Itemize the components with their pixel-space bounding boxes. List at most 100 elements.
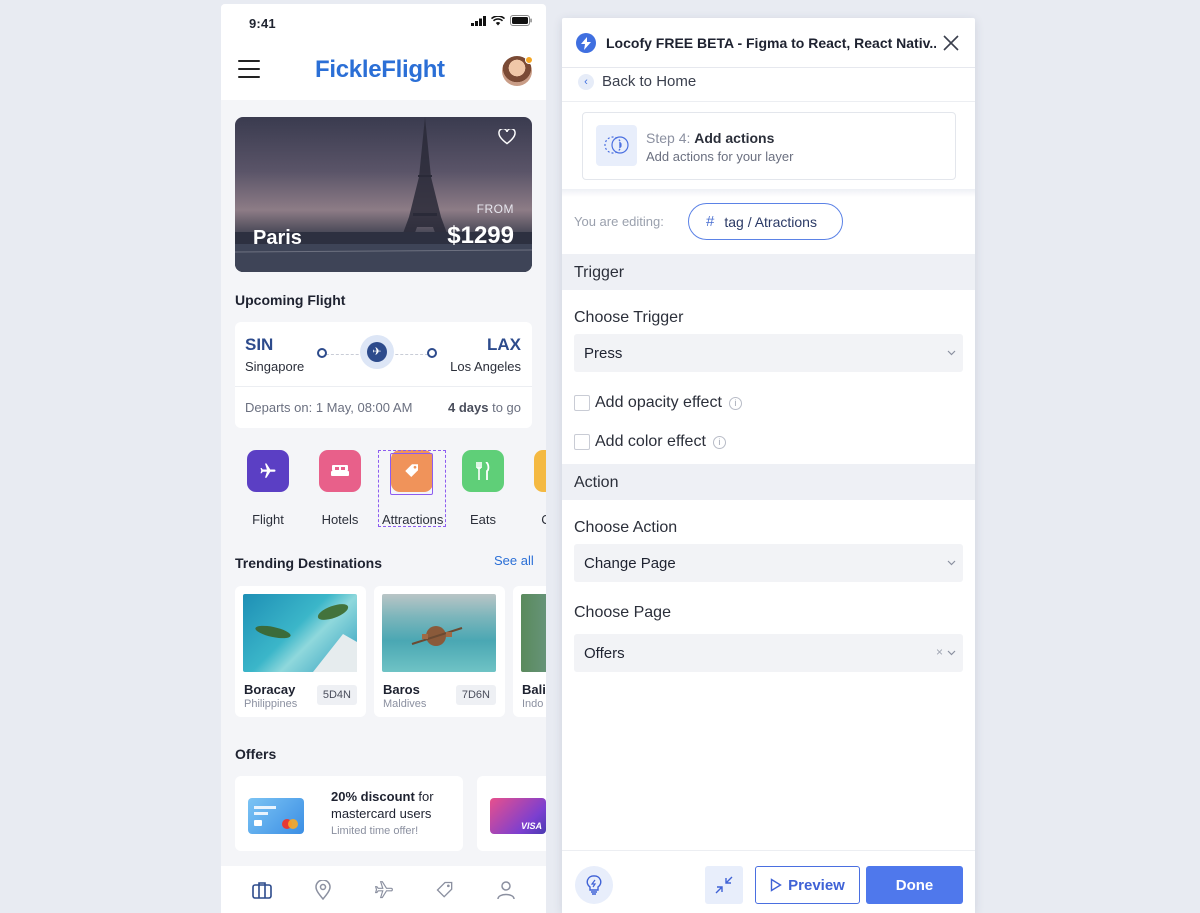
upcoming-flight-card[interactable]: SIN Singapore LAX Los Angeles ✈ Departs … <box>235 322 532 428</box>
status-icons <box>471 15 532 26</box>
destination-name: Boracay <box>244 682 296 697</box>
page-value: Offers <box>584 645 625 662</box>
avatar[interactable] <box>502 56 533 86</box>
panel-title: Locofy FREE BETA - Figma to React, React… <box>606 35 936 51</box>
action-select[interactable]: Change Page <box>574 544 963 582</box>
editing-layer-pill[interactable]: # tag / Atractions <box>688 203 843 240</box>
bottom-nav <box>221 866 546 913</box>
selection-layer-outline <box>390 453 433 495</box>
destination-country: Philippines <box>244 698 298 710</box>
destination-name: Bali <box>522 682 546 697</box>
offer-card[interactable]: VISA <box>477 776 546 851</box>
color-effect-option[interactable]: Add color effect i <box>574 433 726 451</box>
offer-card[interactable]: 20% discount for mastercard users Limite… <box>235 776 463 851</box>
opacity-effect-option[interactable]: Add opacity effect i <box>574 394 742 412</box>
trending-title: Trending Destinations <box>235 555 383 571</box>
category-label: Com <box>541 512 546 527</box>
editing-layer-name: tag / Atractions <box>724 213 817 230</box>
step-subtitle: Add actions for your layer <box>646 149 794 164</box>
chevron-down-icon <box>947 560 956 566</box>
bali-image <box>521 594 546 672</box>
divider <box>562 101 975 102</box>
locofy-panel: Locofy FREE BETA - Figma to React, React… <box>562 18 975 913</box>
upcoming-flight-title: Upcoming Flight <box>235 292 346 308</box>
preview-label: Preview <box>788 876 845 894</box>
step-card: Step 4: Add actions Add actions for your… <box>582 112 956 180</box>
editing-label: You are editing: <box>574 214 664 229</box>
to-code: LAX <box>487 335 521 354</box>
duration-badge: 7D6N <box>455 685 496 705</box>
footer-divider <box>562 850 975 851</box>
step-title: Step 4: Add actions <box>646 130 775 146</box>
choose-page-label: Choose Page <box>574 604 671 621</box>
signal-icon <box>471 15 486 26</box>
back-to-home-link[interactable]: ‹ Back to Home <box>578 73 696 90</box>
departs-text: Departs on: 1 May, 08:00 AM <box>245 400 413 415</box>
status-time: 9:41 <box>249 16 276 31</box>
mastercard-image <box>248 798 304 834</box>
see-all-link[interactable]: See all <box>494 553 534 568</box>
trigger-value: Press <box>584 345 623 362</box>
divider <box>235 386 532 387</box>
tips-button[interactable] <box>575 866 613 904</box>
baros-image <box>382 594 496 672</box>
nav-profile-icon[interactable] <box>492 876 520 904</box>
opacity-checkbox[interactable] <box>574 395 590 411</box>
visa-card-image: VISA <box>490 798 546 834</box>
chevron-down-icon <box>947 650 956 656</box>
heart-icon[interactable] <box>498 129 516 145</box>
hash-icon: # <box>706 213 715 230</box>
category-flight[interactable]: Flight <box>238 450 298 527</box>
utensils-icon <box>462 450 504 492</box>
panel-header: Locofy FREE BETA - Figma to React, React… <box>562 18 975 68</box>
days-to-go: 4 days to go <box>447 400 521 415</box>
phone-preview: 9:41 FickleFlight Paris FROM $1299 Upcom… <box>221 4 546 913</box>
route-start-dot <box>317 348 327 358</box>
clear-icon[interactable]: × <box>936 645 943 659</box>
trigger-section-title: Trigger <box>574 264 625 281</box>
close-icon[interactable] <box>941 33 961 53</box>
hero-card[interactable]: Paris FROM $1299 <box>235 117 532 272</box>
done-button[interactable]: Done <box>866 866 963 904</box>
destination-name: Baros <box>383 682 420 697</box>
category-eats[interactable]: Eats <box>453 450 513 527</box>
category-hotels[interactable]: Hotels <box>310 450 370 527</box>
visa-label: VISA <box>520 821 542 831</box>
chevron-down-icon <box>947 350 956 356</box>
preview-button[interactable]: Preview <box>755 866 860 904</box>
opacity-label: Add opacity effect <box>595 394 722 411</box>
play-icon <box>770 878 782 892</box>
route-plane-icon: ✈ <box>360 335 394 369</box>
status-bar: 9:41 <box>221 4 546 44</box>
back-label: Back to Home <box>602 73 697 90</box>
category-label: Hotels <box>321 512 359 527</box>
action-value: Change Page <box>584 555 676 572</box>
more-icon <box>534 450 546 492</box>
color-checkbox[interactable] <box>574 434 590 450</box>
nav-tag-icon[interactable] <box>431 876 459 904</box>
destination-country: Indo <box>522 698 544 710</box>
category-label: Flight <box>252 512 284 527</box>
destination-card[interactable]: Baros Maldives 7D6N <box>374 586 505 717</box>
plane-icon <box>247 450 289 492</box>
category-more[interactable]: Com <box>525 450 546 527</box>
from-city: Singapore <box>245 359 305 374</box>
destination-card[interactable]: Boracay Philippines 5D4N <box>235 586 366 717</box>
info-icon[interactable]: i <box>712 435 726 449</box>
page-select[interactable]: Offers × <box>574 634 963 672</box>
collapse-button[interactable] <box>705 866 743 904</box>
notification-dot <box>525 56 533 64</box>
trigger-select[interactable]: Press <box>574 334 963 372</box>
wifi-icon <box>491 15 505 25</box>
chevron-left-icon: ‹ <box>578 73 594 90</box>
nav-location-icon[interactable] <box>309 876 337 904</box>
app-header: FickleFlight <box>221 44 546 100</box>
nav-trips-icon[interactable] <box>248 876 276 904</box>
choose-trigger-label: Choose Trigger <box>574 309 684 326</box>
info-icon[interactable]: i <box>728 396 742 410</box>
collapse-icon <box>715 876 733 894</box>
menu-icon[interactable] <box>238 60 260 78</box>
nav-flight-icon[interactable] <box>370 876 398 904</box>
destination-card[interactable]: Bali Indo <box>513 586 546 717</box>
offer-title: 20% discount for mastercard users <box>331 789 434 821</box>
